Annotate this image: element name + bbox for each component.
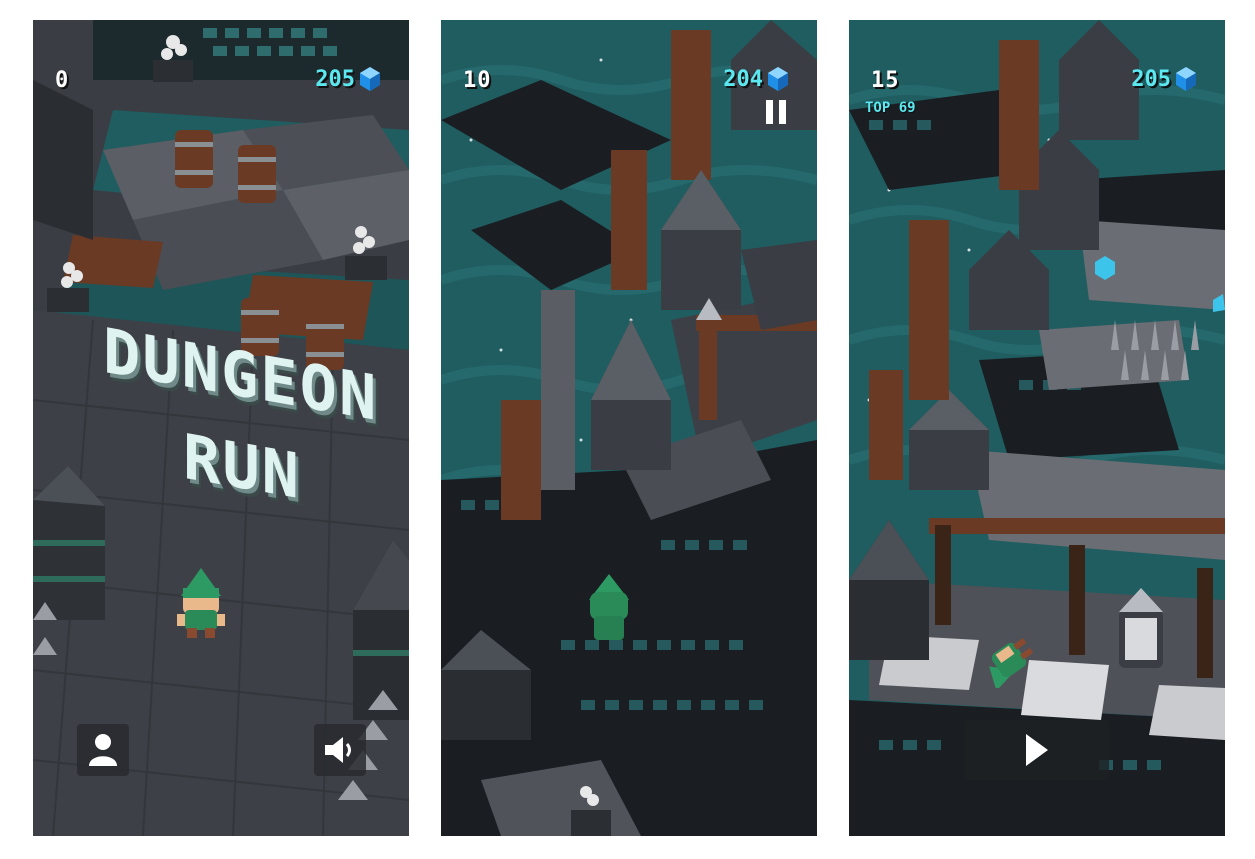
gem-count: 204 — [723, 66, 763, 92]
title-screen: DUNGEON RUN 0 205 — [33, 20, 409, 836]
pause-button[interactable] — [761, 96, 791, 128]
score-label: 10 — [463, 68, 492, 93]
score-label: 0 — [55, 68, 70, 93]
gem-count: 205 — [1131, 66, 1171, 92]
play-again-button[interactable] — [965, 720, 1109, 780]
player-character — [589, 574, 629, 640]
gem-counter: 205 — [315, 66, 381, 92]
player-character — [177, 568, 225, 638]
gameplay-screen: 10 204 — [441, 20, 817, 836]
game-over-screen: 15 TOP 69 205 — [849, 20, 1225, 836]
best-score-label: TOP 69 — [865, 100, 916, 116]
dungeon-scene — [441, 20, 817, 836]
person-icon — [89, 734, 117, 766]
profile-button[interactable] — [77, 724, 129, 776]
play-icon — [1026, 734, 1048, 766]
player-character — [989, 638, 1034, 688]
sound-toggle-button[interactable] — [314, 724, 366, 776]
gem-icon — [360, 67, 380, 91]
gem-counter: 205 — [1131, 66, 1197, 92]
score-label: 15 — [871, 68, 900, 93]
dungeon-scene — [849, 20, 1225, 836]
speaker-icon — [325, 737, 351, 763]
gem-icon — [768, 67, 788, 91]
gem-count: 205 — [315, 66, 355, 92]
gem-counter: 204 — [723, 66, 789, 92]
gem-icon — [1176, 67, 1196, 91]
pause-icon — [766, 100, 786, 124]
